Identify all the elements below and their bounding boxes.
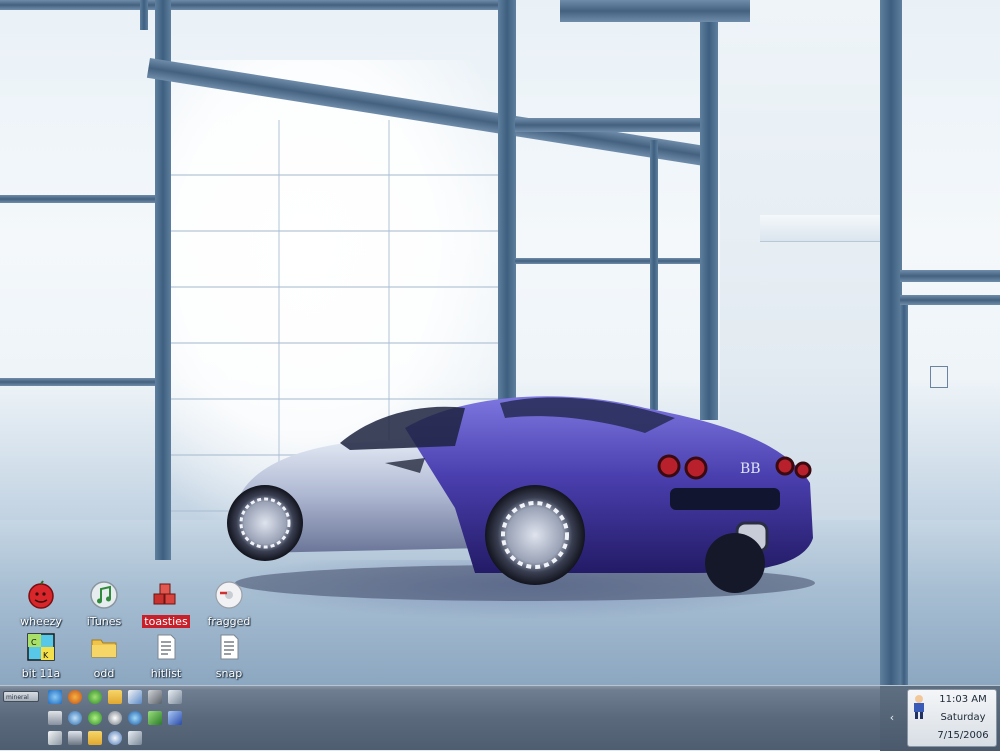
- globe-icon[interactable]: [128, 711, 142, 725]
- red-tomato-icon: [26, 580, 56, 610]
- clock-date: 7/15/2006: [937, 730, 989, 741]
- desktop-icon-label: wheezy: [20, 615, 62, 628]
- printer-icon[interactable]: [48, 711, 62, 725]
- sports-car-image: BB: [227, 396, 815, 601]
- windows-media-icon[interactable]: [128, 690, 142, 704]
- text-file-icon: [151, 632, 181, 662]
- disc-icon: [214, 580, 244, 610]
- folder-icon: [89, 632, 119, 662]
- desktop-icon-label: toasties: [142, 615, 190, 628]
- desktop-icon-wheezy[interactable]: wheezy: [7, 580, 75, 630]
- network-icon[interactable]: [168, 690, 182, 704]
- desktop-icon-bit-11a[interactable]: CK bit 11a: [7, 632, 75, 682]
- internet-explorer-icon[interactable]: [48, 690, 62, 704]
- desktop-icon-label: fragged: [207, 615, 251, 628]
- start-label: mineral: [6, 694, 29, 701]
- desktop-icon-label: odd: [93, 667, 115, 680]
- red-cubes-icon: [151, 580, 181, 610]
- desktop-icon-odd[interactable]: odd: [70, 632, 138, 682]
- firefox-icon[interactable]: [68, 690, 82, 704]
- stop-icon[interactable]: [108, 711, 122, 725]
- desktop-icon-label: iTunes: [86, 615, 122, 628]
- clock-day: Saturday: [940, 712, 986, 723]
- desktop-icon-toasties[interactable]: toasties: [132, 580, 200, 630]
- clock-time: 11:03 AM: [939, 694, 987, 705]
- bitcomet-icon: CK: [26, 632, 56, 662]
- itunes-icon: [89, 580, 119, 610]
- clock-panel[interactable]: 11:03 AM Saturday 7/15/2006: [907, 689, 997, 747]
- taskbar: mineral ‹: [0, 685, 1000, 751]
- document-icon[interactable]: [48, 731, 62, 745]
- desktop-icon-label: bit 11a: [21, 667, 61, 680]
- svg-text:BB: BB: [740, 461, 761, 477]
- user-figure-icon: [914, 695, 924, 719]
- power-icon[interactable]: [88, 690, 102, 704]
- word-icon[interactable]: [168, 711, 182, 725]
- desktop-icon-hitlist[interactable]: hitlist: [132, 632, 200, 682]
- media-player-icon[interactable]: [88, 711, 102, 725]
- tools-icon[interactable]: [148, 690, 162, 704]
- desktop-icon-itunes[interactable]: iTunes: [70, 580, 138, 630]
- folder-icon[interactable]: [108, 690, 122, 704]
- start-button[interactable]: mineral: [3, 691, 39, 702]
- desktop-icon-label: hitlist: [150, 667, 182, 680]
- browser-icon[interactable]: [68, 711, 82, 725]
- desktop-icon-fragged[interactable]: fragged: [195, 580, 263, 630]
- drive-icon[interactable]: [68, 731, 82, 745]
- excel-icon[interactable]: [148, 711, 162, 725]
- folder-icon[interactable]: [88, 731, 102, 745]
- text-file-icon: [214, 632, 244, 662]
- svg-text:C: C: [31, 638, 37, 647]
- desktop-icon-label: snap: [215, 667, 243, 680]
- help-icon[interactable]: [108, 731, 122, 745]
- svg-text:K: K: [43, 651, 49, 660]
- network-icon[interactable]: [128, 731, 142, 745]
- desktop-icon-snap[interactable]: snap: [195, 632, 263, 682]
- tray-expand-icon[interactable]: ‹: [886, 711, 898, 725]
